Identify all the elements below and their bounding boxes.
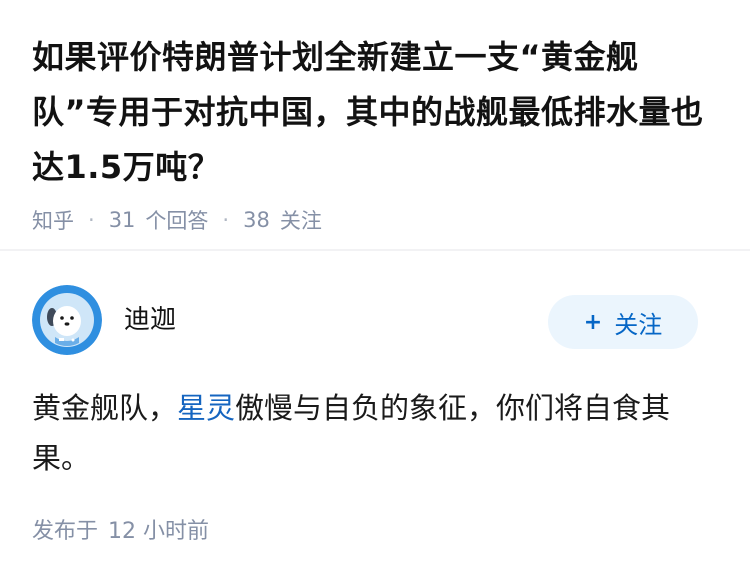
follow-count[interactable]: 38 — [243, 208, 270, 232]
answer-count-label[interactable]: 个回答 — [145, 205, 208, 235]
published-label: 发布于 — [32, 519, 99, 544]
answer-count[interactable]: 31 — [109, 208, 136, 232]
follow-count-label[interactable]: 关注 — [280, 205, 322, 235]
avatar-robot-dog-icon — [32, 285, 102, 355]
source-label[interactable]: 知乎 — [32, 205, 74, 235]
follow-author-button[interactable]: + 关注 — [548, 295, 698, 349]
author-row: 迪迦 + 关注 — [32, 285, 698, 357]
follow-button-label: 关注 — [614, 310, 663, 339]
inline-link[interactable]: 星灵 — [177, 391, 235, 425]
published-time-value: 12 小时前 — [108, 519, 210, 544]
separator-dot: · — [222, 208, 230, 232]
plus-icon: + — [583, 309, 603, 335]
answer-text-part-1: 黄金舰队， — [32, 391, 178, 425]
answer-content: 黄金舰队，星灵傲慢与自负的象征，你们将自食其果。 — [32, 383, 702, 483]
avatar[interactable] — [32, 285, 102, 355]
section-divider — [0, 249, 750, 251]
published-time: 发布于 12 小时前 — [32, 513, 209, 545]
question-meta: 知乎 · 31 个回答 · 38 关注 — [32, 205, 712, 235]
author-name[interactable]: 迪迦 — [124, 299, 176, 336]
separator-dot: · — [88, 208, 95, 232]
question-title[interactable]: 如果评价特朗普计划全新建立一支“黄金舰队”专用于对抗中国，其中的战舰最低排水量也… — [32, 30, 712, 195]
question-header: 如果评价特朗普计划全新建立一支“黄金舰队”专用于对抗中国，其中的战舰最低排水量也… — [32, 30, 712, 235]
